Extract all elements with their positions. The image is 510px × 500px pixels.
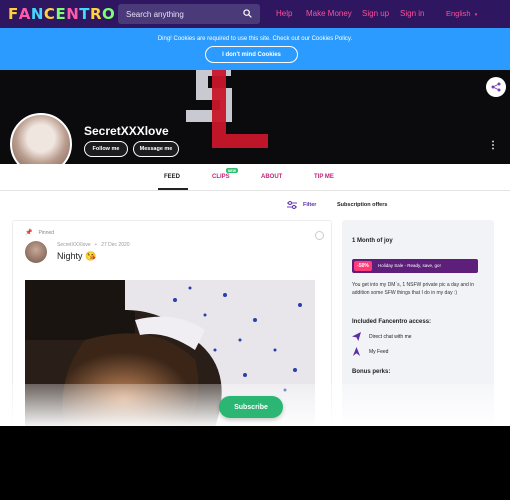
filter-label: Filter — [303, 202, 317, 208]
post-date: 27 Dec 2020 — [101, 242, 130, 248]
message-button[interactable]: Message me — [133, 141, 179, 157]
perk-direct-chat: Direct chat with me — [352, 332, 412, 341]
cookie-banner: Ding! Cookies are required to use this s… — [0, 28, 510, 70]
share-icon — [491, 82, 501, 92]
cookie-message: Ding! Cookies are required to use this s… — [157, 36, 353, 42]
language-selector[interactable]: English ▾ — [446, 9, 477, 18]
tab-clips[interactable]: CLIPS — [212, 174, 230, 180]
nav-sign-in-link[interactable]: Sign in — [400, 9, 424, 18]
tab-tip-me[interactable]: TIP ME — [314, 174, 334, 180]
search-box[interactable] — [118, 4, 260, 24]
subscription-offers-link[interactable]: Subscription offers — [337, 202, 387, 208]
post-options-icon[interactable] — [315, 231, 324, 240]
search-icon[interactable] — [243, 9, 252, 18]
new-badge: NEW — [226, 168, 238, 173]
more-options-icon[interactable]: ⋮ — [488, 140, 498, 151]
fancentro-logo[interactable]: FANCENTRO — [8, 5, 115, 23]
filter-icon — [287, 201, 297, 209]
pinned-indicator: 📌 Pinned — [25, 229, 55, 237]
language-label: English — [446, 9, 471, 18]
perk-label: Direct chat with me — [369, 333, 412, 340]
profile-cover — [0, 70, 510, 164]
profile-tabs: FEED CLIPS NEW ABOUT TIP ME — [0, 164, 510, 191]
accept-cookies-button[interactable]: I don't mind Cookies — [205, 46, 298, 63]
sale-text: Holiday Sale - Ready, save, go! — [378, 263, 441, 268]
subscribe-button[interactable]: Subscribe — [219, 396, 283, 418]
send-icon — [352, 332, 361, 341]
pinned-label: Pinned — [38, 229, 55, 236]
nav-make-money-link[interactable]: Make Money — [306, 9, 352, 18]
sale-banner: -50% Holiday Sale - Ready, save, go! — [352, 259, 478, 273]
post-meta: SecretXXXlove • 27 Dec 2020 — [57, 242, 130, 248]
search-input[interactable] — [126, 9, 236, 19]
cover-image — [186, 70, 268, 148]
feed-icon — [352, 347, 361, 356]
separator-dot: • — [95, 242, 97, 248]
follow-button[interactable]: Follow me — [84, 141, 128, 157]
active-tab-indicator — [158, 188, 188, 190]
perk-my-feed: My Feed — [352, 347, 388, 356]
post-title: Nighty 😘 — [57, 251, 97, 261]
tab-feed[interactable]: FEED — [164, 174, 180, 180]
tab-about[interactable]: ABOUT — [261, 174, 282, 180]
chevron-down-icon: ▾ — [474, 12, 478, 18]
pin-icon: 📌 — [25, 230, 33, 236]
included-heading: Included Fancentro access: — [352, 319, 432, 325]
perk-label: My Feed — [369, 348, 389, 355]
nav-sign-up-link[interactable]: Sign up — [362, 9, 389, 18]
offer-title: 1 Month of joy — [352, 238, 393, 244]
filter-button[interactable]: Filter — [287, 201, 316, 209]
bonus-heading: Bonus perks: — [352, 369, 391, 375]
discount-badge: -50% — [354, 261, 372, 271]
top-nav: FANCENTRO Help Make Money Sign up Sign i… — [0, 0, 510, 28]
profile-name: SecretXXXlove — [84, 124, 169, 138]
nav-help-link[interactable]: Help — [276, 9, 292, 18]
offer-description: You get into my DM`s, 1 NSFW private pic… — [352, 282, 475, 296]
empty-area — [0, 426, 510, 500]
post-author-name[interactable]: SecretXXXlove — [57, 242, 91, 248]
share-button[interactable] — [486, 77, 506, 97]
post-author-avatar[interactable] — [25, 241, 47, 263]
